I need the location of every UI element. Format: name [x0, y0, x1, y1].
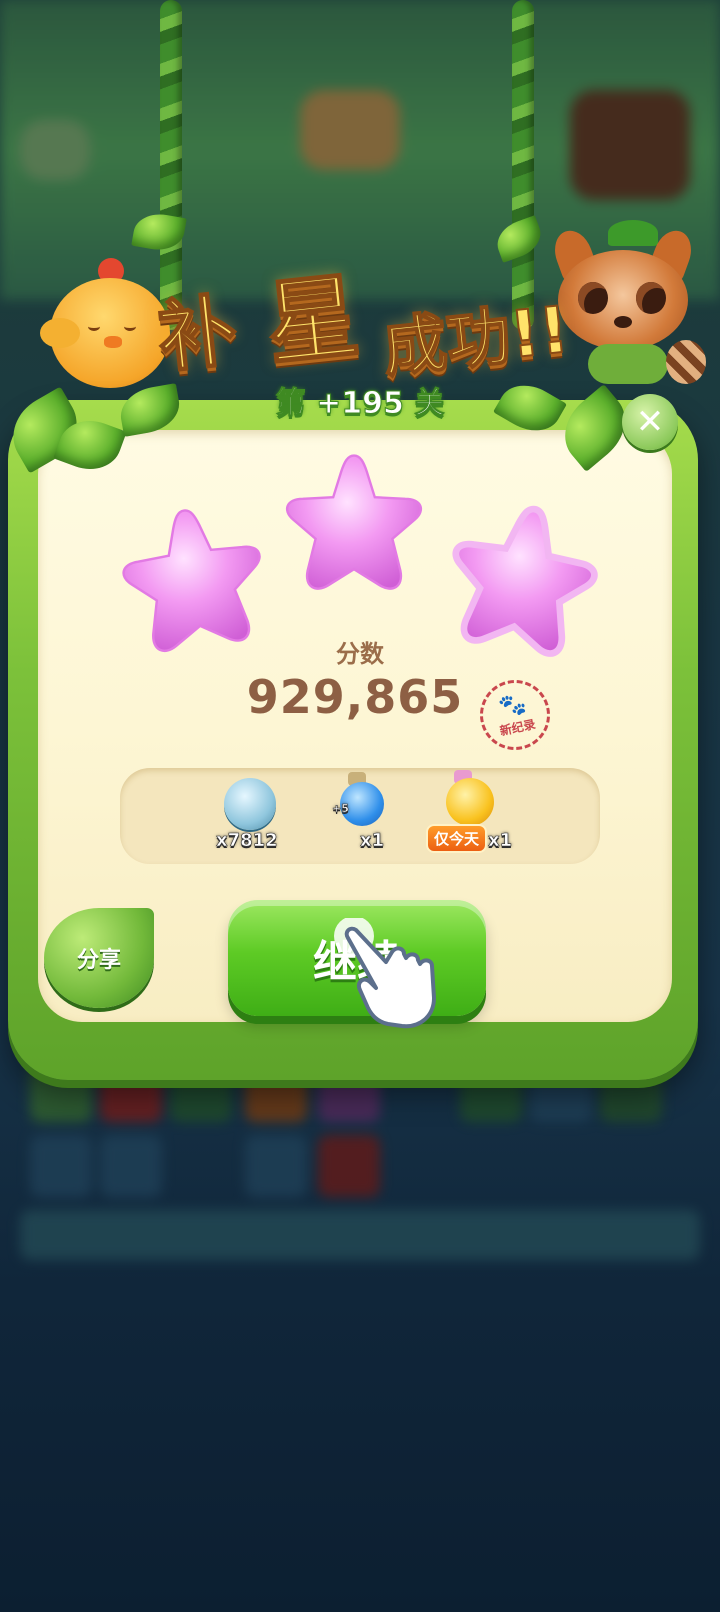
- reward-blue-potion-tag: +5: [332, 802, 349, 816]
- reward-blue-potion-count: x1: [360, 830, 385, 852]
- title-part-1: 补: [153, 285, 242, 385]
- close-button[interactable]: ✕: [622, 394, 678, 450]
- silver-coin-icon: [224, 778, 276, 830]
- title-part-3: 成功!!: [378, 292, 573, 387]
- star-1: [122, 509, 261, 653]
- today-only-badge: 仅今天: [426, 824, 488, 853]
- reward-gold-potion-count: x1: [488, 830, 513, 852]
- star-3: [452, 505, 598, 657]
- level-label: 第 +195 关: [275, 386, 445, 422]
- new-record-label: 新纪录: [498, 717, 537, 739]
- reward-gold-potion: 仅今天 x1: [426, 768, 540, 864]
- reward-coin: x7812: [216, 768, 290, 864]
- tutorial-hand-pointer-icon: [334, 918, 436, 1029]
- title-part-2: 星: [260, 261, 365, 379]
- close-icon: ✕: [635, 402, 665, 442]
- title: 补 星 成功!!: [140, 236, 590, 387]
- score-label: 分数: [336, 640, 384, 668]
- reward-blue-potion: +5 x1: [332, 768, 402, 864]
- share-button[interactable]: 分享: [44, 908, 154, 1008]
- rewards-tray: x7812 +5 x1 仅今天 x1: [120, 768, 600, 864]
- score-value: 929,865: [246, 670, 464, 724]
- gold-potion-icon: [446, 778, 494, 826]
- reward-coin-count: x7812: [216, 830, 278, 852]
- star-2: [285, 454, 423, 590]
